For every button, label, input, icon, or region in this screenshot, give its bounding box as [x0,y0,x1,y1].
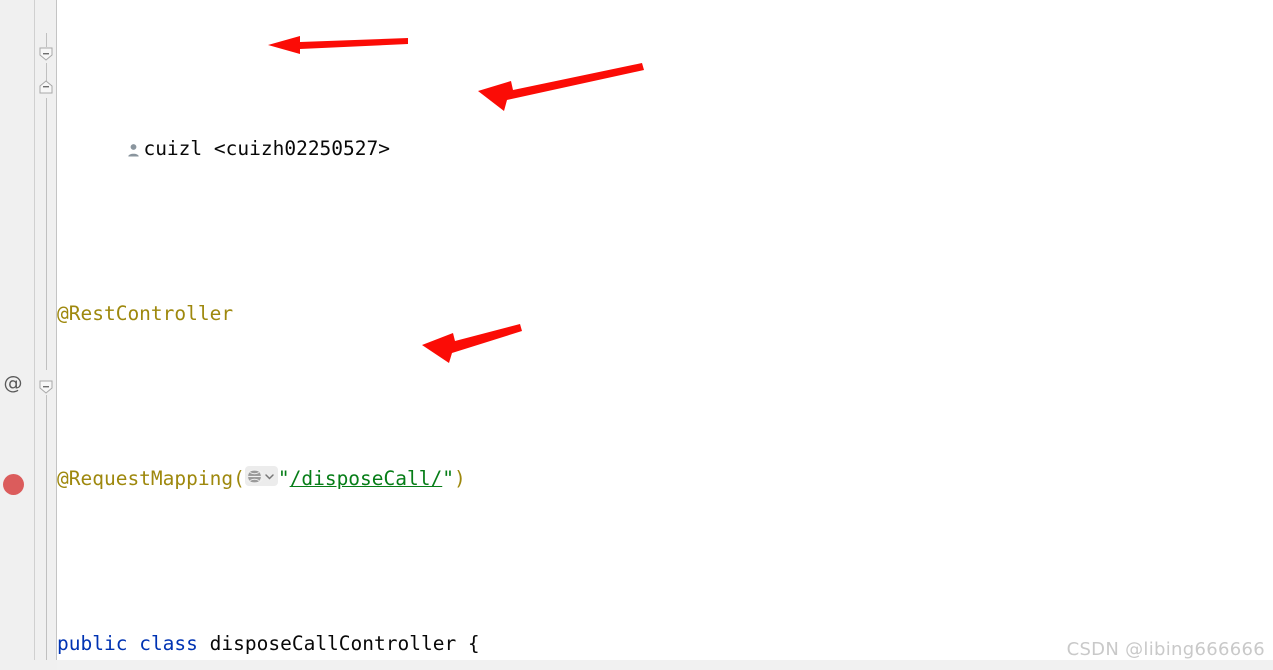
watermark: CSDN @libing666666 [1066,639,1265,660]
chevron-down-icon [265,474,274,480]
mapping-path-link[interactable]: /disposeCall/ [290,467,443,490]
code-line-request-mapping[interactable]: @RequestMapping("/disposeCall/") [57,462,1273,495]
editor-bottom-strip-code [57,660,1273,670]
code-content[interactable]: cuizl <cuizh02250527> @RestController @R… [57,0,1273,670]
keyword-class: class [139,632,198,655]
annotation-request-mapping[interactable]: @RequestMapping [57,467,233,490]
vcs-author-inlay: cuizl <cuizh02250527> [57,132,1273,165]
web-endpoint-globe-chip[interactable] [244,466,278,486]
code-folding-strip[interactable] [35,0,57,670]
fold-marker-icon[interactable] [38,46,54,62]
class-name: disposeCallController { [209,632,480,655]
globe-icon [245,469,263,484]
vcs-author-label: cuizl <cuizh02250527> [143,137,390,160]
code-editor[interactable]: @ cuizl <cuizh02250527> @RestController … [0,0,1273,670]
keyword-public: public [57,632,128,655]
fold-marker-icon[interactable] [38,379,54,395]
person-icon [127,134,140,167]
code-line-rest-controller[interactable]: @RestController [57,297,1273,330]
annotation-gutter-icon[interactable]: @ [0,372,26,394]
fold-marker-icon[interactable] [38,79,54,95]
breakpoint-icon[interactable] [3,474,24,495]
editor-gutter[interactable]: @ [0,0,35,670]
annotation-rest-controller[interactable]: @RestController [57,302,233,325]
